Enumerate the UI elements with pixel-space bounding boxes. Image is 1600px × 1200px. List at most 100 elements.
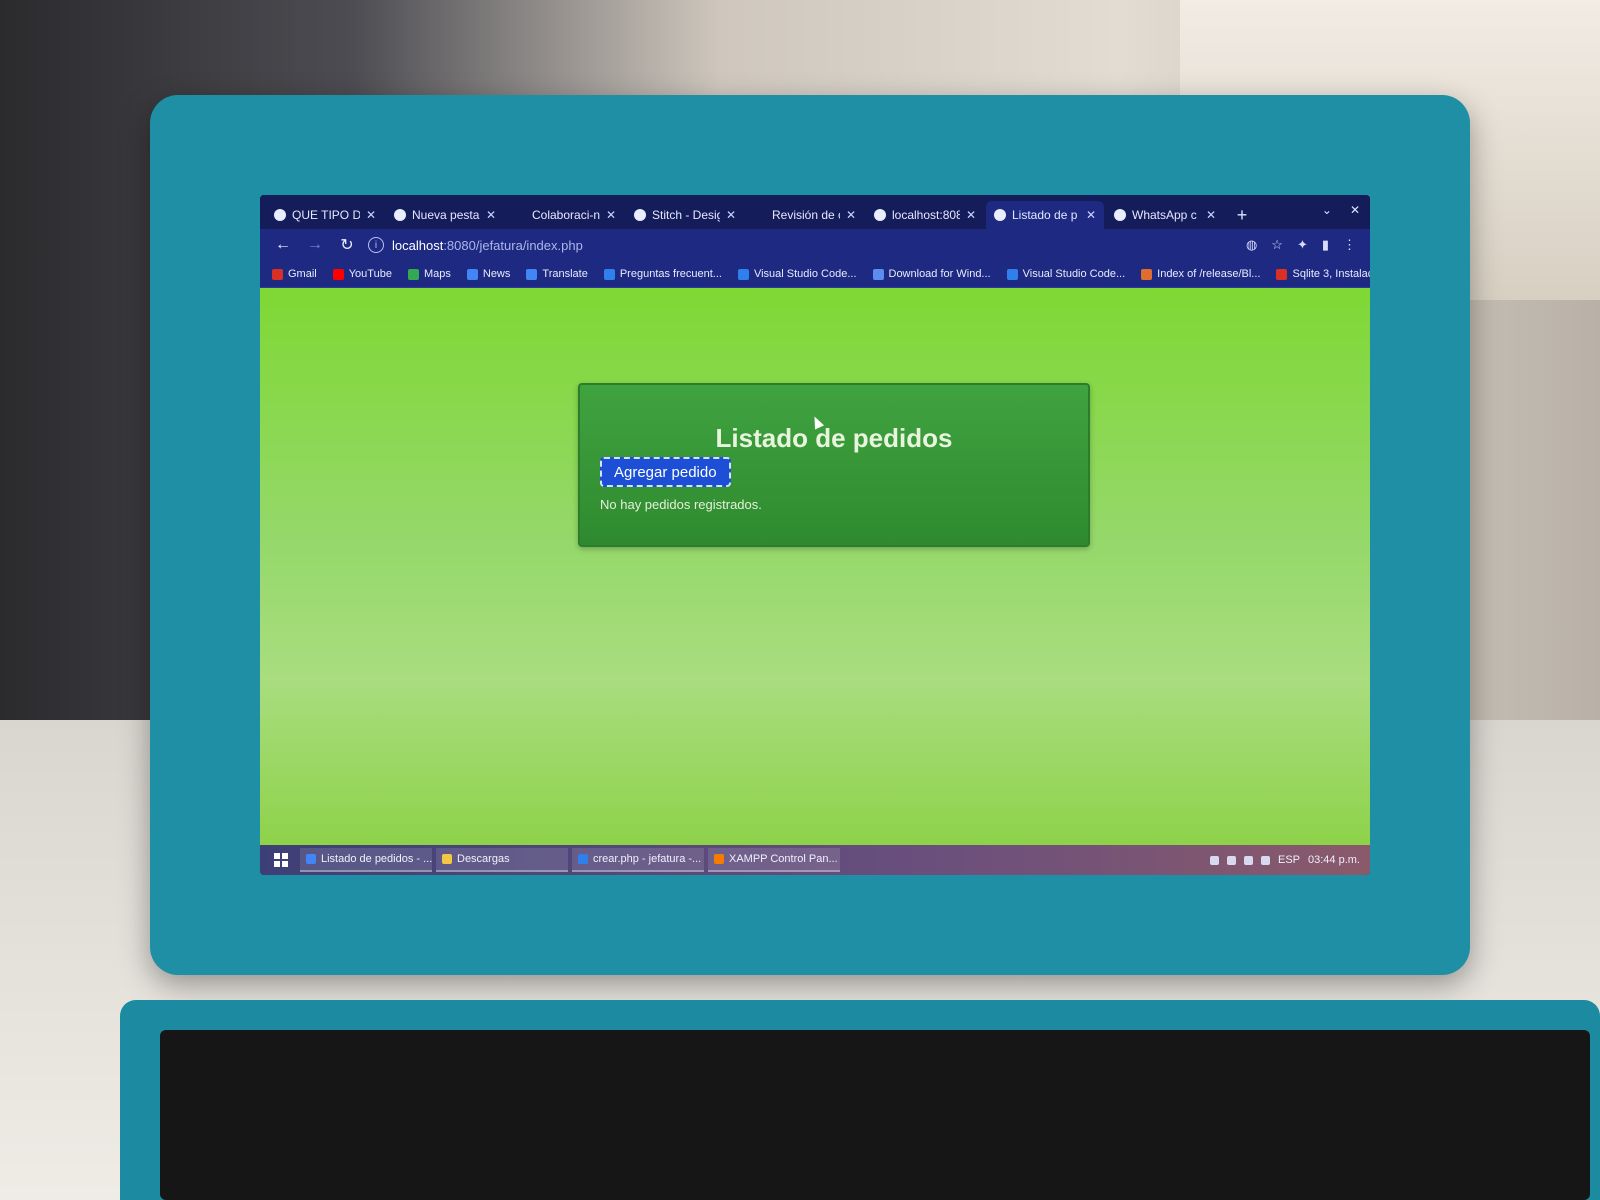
bookmark-favicon-icon [272, 268, 283, 280]
bookmark-favicon-icon [526, 268, 538, 280]
bookmark-item[interactable]: Visual Studio Code... [737, 268, 857, 280]
tab-search-icon[interactable]: ⌄ [1322, 203, 1332, 217]
tab-title: WhatsApp c [1132, 208, 1197, 222]
bookmark-item[interactable]: Maps [407, 268, 451, 280]
reload-icon[interactable]: ↻ [336, 235, 358, 255]
laptop-lid: QUE TIPO DE✕Nueva pestaña✕Colaboraci-n✕S… [150, 95, 1470, 975]
bookmark-favicon-icon [737, 268, 749, 280]
start-button[interactable] [266, 848, 296, 872]
tab-favicon-icon [394, 209, 406, 221]
bookmark-favicon-icon [603, 268, 615, 280]
bookmark-label: Visual Studio Code... [1022, 268, 1126, 280]
bookmark-item[interactable]: Preguntas frecuent... [603, 268, 722, 280]
windows-logo-icon [274, 853, 288, 867]
taskbar-item[interactable]: Descargas [436, 848, 568, 872]
bookmark-favicon-icon [407, 268, 419, 280]
empty-orders-message: No hay pedidos registrados. [600, 497, 762, 512]
browser-tab[interactable]: Nueva pestaña ✕ [386, 201, 504, 229]
bookmark-item[interactable]: YouTube [332, 268, 392, 280]
browser-tab[interactable]: localhost:808 ✕ [866, 201, 984, 229]
bookmark-item[interactable]: Index of /release/Bl... [1141, 268, 1260, 280]
tab-close-icon[interactable]: ✕ [606, 208, 616, 222]
browser-tab[interactable]: WhatsApp c ✕ [1106, 201, 1224, 229]
tab-close-icon[interactable]: ✕ [966, 208, 976, 222]
bookmarks-bar: Gmail YouTube Maps News Translate Preguntas f… [260, 261, 1370, 288]
tray-app-icon[interactable] [1210, 855, 1219, 865]
taskbar-item-label: crear.php - jefatura -... [593, 853, 702, 865]
translate-page-icon[interactable]: ◍ [1246, 237, 1257, 253]
browser-toolbar: ← → ↻ i localhost:8080/jefatura/index.ph… [260, 229, 1370, 261]
taskbar-app-icon [442, 854, 452, 864]
tab-favicon-icon [1114, 209, 1126, 221]
side-panel-icon[interactable]: ▮ [1322, 237, 1329, 253]
tab-title: Nueva pestaña [412, 208, 480, 222]
tray-volume-icon[interactable] [1244, 855, 1253, 865]
site-info-icon[interactable]: i [368, 237, 384, 253]
forward-arrow-icon[interactable]: → [304, 236, 326, 254]
taskbar-app-icon [714, 854, 724, 864]
tab-title: localhost:808 [892, 208, 960, 222]
browser-tab[interactable]: QUE TIPO DE ✕ [266, 201, 384, 229]
bookmark-favicon-icon [1141, 268, 1153, 280]
tab-close-icon[interactable]: ✕ [726, 208, 736, 222]
bookmark-label: News [482, 268, 511, 280]
bookmark-label: Maps [423, 268, 451, 280]
extensions-icon[interactable]: ✦ [1297, 237, 1308, 253]
tab-title: Colaboraci-n [532, 208, 600, 222]
close-window-icon[interactable]: ✕ [1350, 203, 1360, 217]
browser-tab[interactable]: Stitch - Desig ✕ [626, 201, 744, 229]
back-arrow-icon[interactable]: ← [272, 236, 294, 254]
bookmark-label: Download for Wind... [888, 268, 991, 280]
bookmark-item[interactable]: Visual Studio Code... [1006, 268, 1126, 280]
page-title: Listado de pedidos [715, 423, 953, 453]
bookmark-favicon-icon [1006, 268, 1018, 280]
tab-favicon-icon [994, 209, 1006, 221]
language-indicator[interactable]: ESP [1278, 854, 1300, 866]
bookmark-item[interactable]: Translate [526, 268, 588, 280]
tab-favicon-icon [634, 209, 646, 221]
browser-tab[interactable]: Colaboraci-n ✕ [506, 201, 624, 229]
taskbar-item-label: Listado de pedidos - ... [321, 853, 432, 865]
laptop-screen: QUE TIPO DE✕Nueva pestaña✕Colaboraci-n✕S… [260, 195, 1370, 875]
bookmark-label: Preguntas frecuent... [619, 268, 722, 280]
tab-close-icon[interactable]: ✕ [366, 208, 376, 222]
os-taskbar: Listado de pedidos - ... Descargas crear.p… [260, 845, 1370, 875]
tab-close-icon[interactable]: ✕ [486, 208, 496, 222]
laptop-keyboard-deck [120, 1000, 1600, 1200]
bookmark-label: Translate [542, 268, 588, 280]
bookmark-label: YouTube [348, 268, 392, 280]
browser-tab-bar: QUE TIPO DE✕Nueva pestaña✕Colaboraci-n✕S… [260, 195, 1370, 229]
bookmark-item[interactable]: Sqlite 3, Instalación... [1276, 268, 1370, 280]
new-tab-button[interactable]: + [1230, 203, 1254, 227]
taskbar-item[interactable]: Listado de pedidos - ... [300, 848, 432, 872]
browser-tab[interactable]: Listado de p ✕ [986, 201, 1104, 229]
tab-close-icon[interactable]: ✕ [846, 208, 856, 222]
tab-close-icon[interactable]: ✕ [1206, 208, 1216, 222]
bookmark-label: Sqlite 3, Instalación... [1292, 268, 1370, 280]
toolbar-actions: ◍ ☆ ✦ ▮ ⋮ [1246, 237, 1370, 253]
bookmark-item[interactable]: Download for Wind... [872, 268, 991, 280]
taskbar-item[interactable]: crear.php - jefatura -... [572, 848, 704, 872]
system-tray: ESP 03:44 p.m. [1210, 854, 1370, 866]
bookmark-label: Index of /release/Bl... [1157, 268, 1261, 280]
tab-favicon-icon [274, 209, 286, 221]
orders-card: Listado de pedidos Agregar pedido No hay… [578, 383, 1090, 547]
menu-kebab-icon[interactable]: ⋮ [1343, 237, 1356, 253]
bookmark-favicon-icon [872, 268, 884, 280]
tab-list: QUE TIPO DE✕Nueva pestaña✕Colaboraci-n✕S… [266, 201, 1226, 229]
address-bar[interactable]: i localhost:8080/jefatura/index.php [368, 233, 1236, 257]
window-controls: ⌄ ✕ [1322, 203, 1360, 217]
clock[interactable]: 03:44 p.m. [1308, 854, 1360, 866]
bookmark-item[interactable]: News [466, 268, 511, 280]
bookmark-item[interactable]: Gmail [272, 268, 317, 280]
taskbar-item-label: Descargas [457, 853, 510, 865]
tab-favicon-icon [874, 209, 886, 221]
tray-network-icon[interactable] [1227, 855, 1236, 865]
taskbar-item-label: XAMPP Control Pan... [729, 853, 838, 865]
tray-bluetooth-icon[interactable] [1261, 855, 1270, 865]
add-order-button[interactable]: Agregar pedido [600, 457, 731, 487]
bookmark-star-icon[interactable]: ☆ [1271, 237, 1283, 253]
browser-tab[interactable]: Revisión de c ✕ [746, 201, 864, 229]
taskbar-item[interactable]: XAMPP Control Pan... [708, 848, 840, 872]
tab-close-icon[interactable]: ✕ [1086, 208, 1096, 222]
